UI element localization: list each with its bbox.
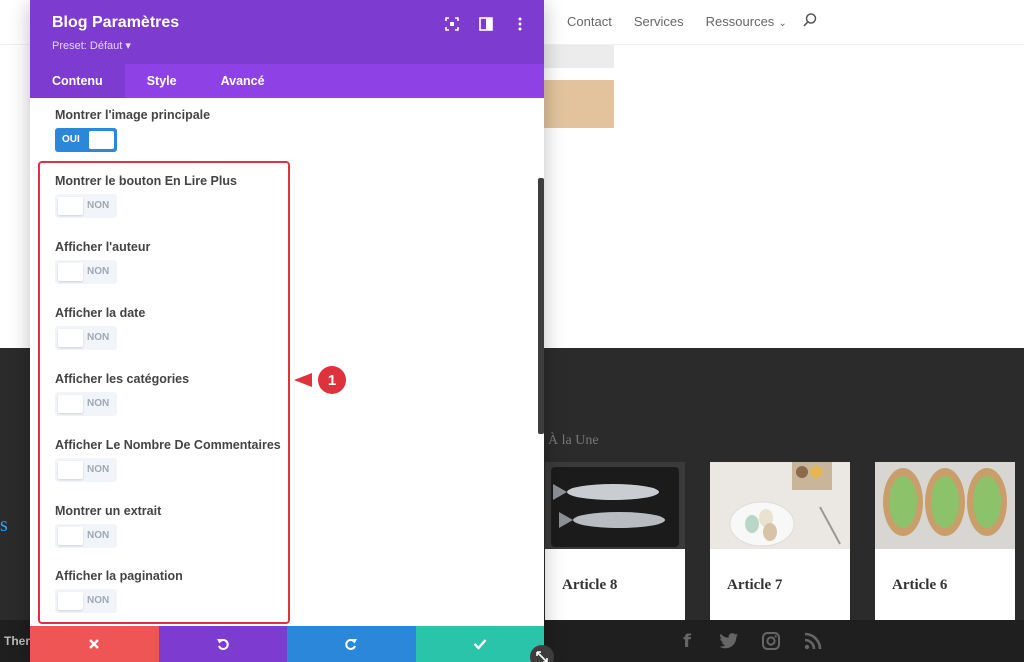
redo-button[interactable] [287, 626, 416, 662]
article-image-fish [545, 462, 685, 549]
modal-title: Blog Paramètres [52, 14, 180, 31]
save-button[interactable] [415, 626, 544, 662]
rss-icon[interactable] [802, 630, 824, 652]
preset-dropdown[interactable]: Preset: Défaut ▾ [52, 39, 131, 52]
tab-style[interactable]: Style [125, 64, 199, 98]
article-image-toast [875, 462, 1015, 549]
undo-button[interactable] [158, 626, 287, 662]
bg-image-strip-2 [544, 80, 614, 128]
chevron-down-icon: ⌄ [778, 18, 787, 29]
article-card[interactable]: Article 8 [545, 462, 685, 620]
redo-icon [345, 639, 358, 650]
callout-pointer [294, 373, 312, 387]
article-image-eggs [710, 462, 850, 549]
field-show-featured-image: Montrer l'image principale [55, 108, 210, 122]
callout-number: 1 [328, 372, 336, 389]
more-options-icon[interactable] [512, 16, 528, 32]
nav-ressources-label: Ressources [705, 14, 775, 29]
nav-contact[interactable]: Contact [567, 14, 612, 29]
section-title: À la Une [548, 433, 599, 448]
article-title[interactable]: Article 6 [892, 577, 947, 594]
facebook-icon[interactable]: f [676, 630, 698, 652]
resize-icon [536, 651, 548, 662]
field-label: Montrer l'image principale [55, 108, 211, 122]
toggle-knob [89, 131, 114, 149]
modal-action-bar [30, 626, 544, 662]
settings-tabs: Contenu Style Avancé [30, 64, 544, 98]
toggle-state: OUI [62, 134, 80, 145]
header-actions [444, 16, 528, 32]
search-icon[interactable] [802, 12, 818, 28]
bg-image-strip [544, 45, 614, 68]
article-title[interactable]: Article 7 [727, 577, 782, 594]
settings-scrollbar[interactable] [538, 178, 544, 434]
side-text-fragment: s [0, 514, 8, 536]
article-title[interactable]: Article 8 [562, 577, 617, 594]
undo-icon [216, 639, 229, 650]
site-nav: Contact Services Ressources ⌄ [567, 14, 787, 29]
article-card[interactable]: Article 7 [710, 462, 850, 620]
highlight-box [38, 161, 290, 624]
tab-avance[interactable]: Avancé [199, 64, 287, 98]
instagram-icon[interactable] [760, 630, 782, 652]
resize-handle[interactable] [530, 645, 554, 662]
nav-services[interactable]: Services [634, 14, 684, 29]
twitter-icon[interactable] [718, 630, 740, 652]
article-card[interactable]: Article 6 [875, 462, 1015, 620]
fullscreen-icon[interactable] [444, 16, 460, 32]
footer-credit-fragment: Ther [4, 634, 31, 648]
split-view-icon[interactable] [478, 16, 494, 32]
social-icons: f [676, 630, 824, 652]
tab-contenu[interactable]: Contenu [30, 64, 125, 98]
close-icon [89, 639, 100, 649]
nav-ressources[interactable]: Ressources ⌄ [706, 14, 787, 29]
check-icon [473, 639, 487, 650]
toggle-show-featured-image[interactable]: OUI [55, 128, 117, 152]
callout-marker: 1 [294, 366, 346, 394]
modal-header: Blog Paramètres Preset: Défaut ▾ [30, 0, 544, 64]
cancel-button[interactable] [30, 626, 159, 662]
